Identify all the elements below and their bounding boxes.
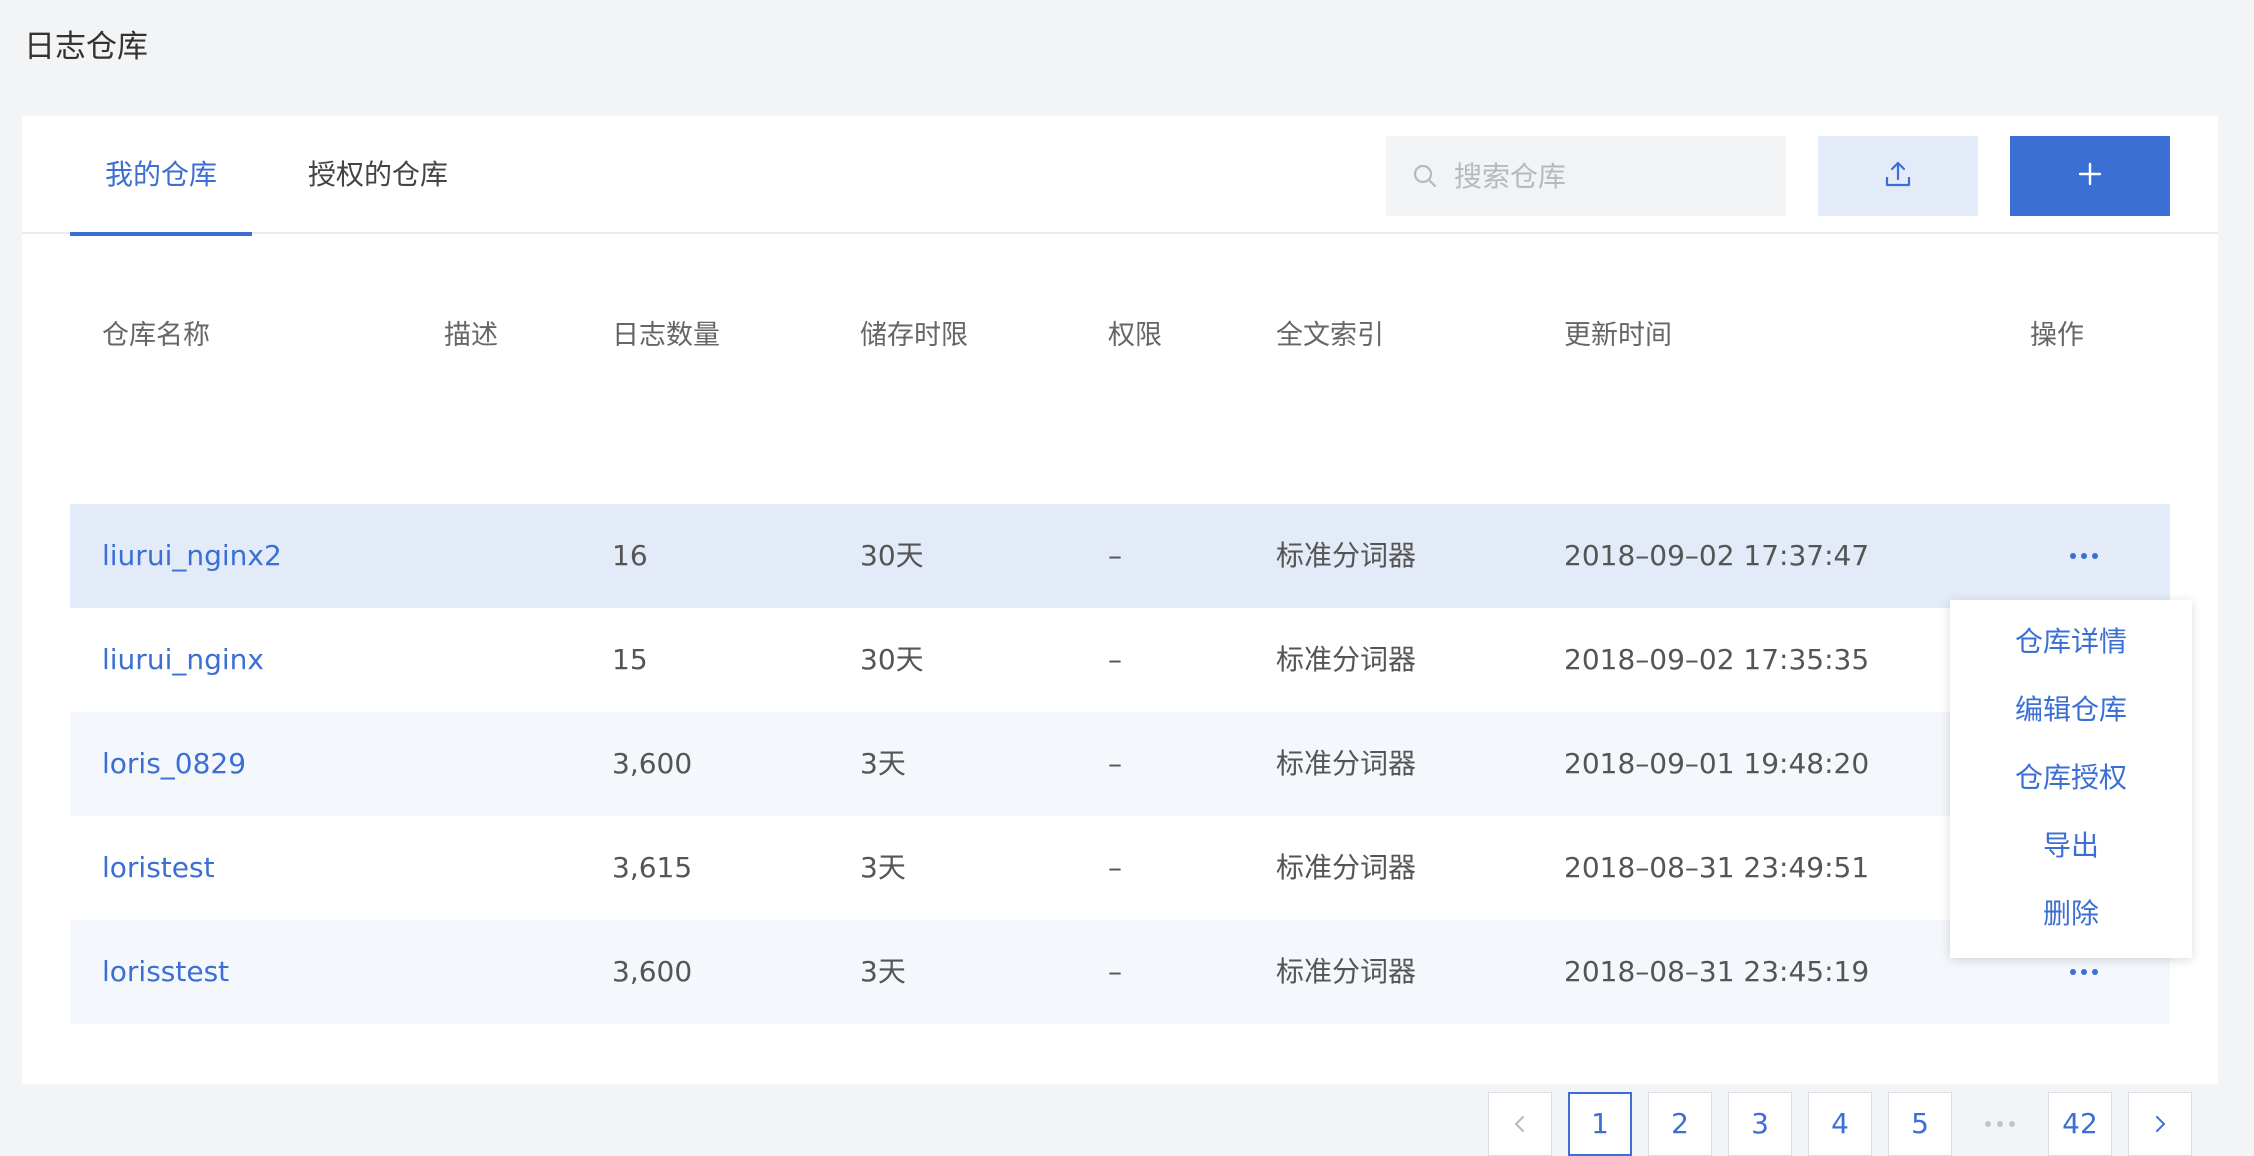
header-update-time: 更新时间: [1564, 320, 1672, 351]
table-header: 仓库名称 描述 日志数量 储存时限 权限 全文索引 更新时间 操作: [70, 268, 2170, 504]
repository-card: 我的仓库 授权的仓库 搜索仓库 仓库名称 描述 日志数量 储存时限 权限 全文索…: [22, 116, 2218, 1156]
menu-item-repo-details[interactable]: 仓库详情: [1950, 608, 2192, 676]
repo-permission: –: [1108, 643, 1122, 676]
add-repository-button[interactable]: [2010, 136, 2170, 216]
repo-permission: –: [1108, 747, 1122, 780]
header-name: 仓库名称: [102, 320, 210, 351]
plus-icon: [2076, 160, 2104, 192]
repo-log-count: 15: [612, 643, 648, 676]
more-actions-button[interactable]: [2054, 504, 2114, 608]
next-page-button[interactable]: [2128, 1092, 2192, 1156]
search-box[interactable]: [1386, 136, 1786, 216]
menu-item-export[interactable]: 导出: [1950, 812, 2192, 880]
repo-update-time: 2018–08–31 23:45:19: [1564, 955, 1870, 988]
pagination: 1 2 3 4 5 42: [70, 1092, 2192, 1156]
upload-icon: [1883, 159, 1913, 193]
table-row[interactable]: lorisstest 3,600 3天 – 标准分词器 2018–08–31 2…: [70, 920, 2170, 1024]
upload-button[interactable]: [1818, 136, 1978, 216]
page-title: 日志仓库: [24, 29, 148, 65]
page-last-button[interactable]: 42: [2048, 1092, 2112, 1156]
repo-update-time: 2018–09–01 19:48:20: [1564, 747, 1870, 780]
menu-item-repo-authorize[interactable]: 仓库授权: [1950, 744, 2192, 812]
tab-my-repos[interactable]: 我的仓库: [70, 116, 252, 236]
repo-name-link[interactable]: liurui_nginx: [102, 608, 264, 712]
repo-retention: 3天: [860, 955, 906, 988]
table-row[interactable]: liurui_nginx 15 30天 – 标准分词器 2018–09–02 1…: [70, 608, 2170, 712]
repo-log-count: 3,600: [612, 747, 693, 780]
repo-fulltext-index: 标准分词器: [1276, 539, 1417, 572]
header-permission: 权限: [1108, 320, 1162, 351]
tabs-bar: 我的仓库 授权的仓库: [22, 116, 2218, 236]
menu-item-delete[interactable]: 删除: [1950, 880, 2192, 948]
header-operations: 操作: [2030, 320, 2084, 351]
table-row[interactable]: liurui_nginx2 16 30天 – 标准分词器 2018–09–02 …: [70, 504, 2170, 608]
page-3-button[interactable]: 3: [1728, 1092, 1792, 1156]
tab-authorized-repos[interactable]: 授权的仓库: [280, 116, 476, 234]
repo-log-count: 16: [612, 539, 648, 572]
repo-fulltext-index: 标准分词器: [1276, 643, 1417, 676]
repo-update-time: 2018–08–31 23:49:51: [1564, 851, 1870, 884]
repo-log-count: 3,615: [612, 851, 693, 884]
repo-name-link[interactable]: loris_0829: [102, 712, 246, 816]
repo-fulltext-index: 标准分词器: [1276, 851, 1417, 884]
repo-retention: 30天: [860, 539, 924, 572]
repo-name-link[interactable]: lorisstest: [102, 920, 229, 1024]
repo-fulltext-index: 标准分词器: [1276, 955, 1417, 988]
repo-retention: 3天: [860, 747, 906, 780]
repo-log-count: 3,600: [612, 955, 693, 988]
search-icon: [1410, 161, 1440, 191]
header-fulltext-index: 全文索引: [1276, 320, 1384, 351]
page-4-button[interactable]: 4: [1808, 1092, 1872, 1156]
prev-page-button[interactable]: [1488, 1092, 1552, 1156]
menu-item-edit-repo[interactable]: 编辑仓库: [1950, 676, 2192, 744]
page-2-button[interactable]: 2: [1648, 1092, 1712, 1156]
table-row[interactable]: loris_0829 3,600 3天 – 标准分词器 2018–09–01 1…: [70, 712, 2170, 816]
header-count: 日志数量: [612, 320, 720, 351]
more-icon: [2070, 969, 2076, 975]
page-1-button[interactable]: 1: [1568, 1092, 1632, 1156]
more-icon: [2070, 553, 2076, 559]
repo-fulltext-index: 标准分词器: [1276, 747, 1417, 780]
page-ellipsis-icon[interactable]: [1968, 1092, 2032, 1156]
repo-update-time: 2018–09–02 17:37:47: [1564, 539, 1870, 572]
repo-name-link[interactable]: loristest: [102, 816, 215, 920]
repo-update-time: 2018–09–02 17:35:35: [1564, 643, 1870, 676]
header-desc: 描述: [444, 320, 498, 351]
repository-table: 仓库名称 描述 日志数量 储存时限 权限 全文索引 更新时间 操作 liurui…: [70, 268, 2192, 1156]
chevron-right-icon: [2156, 1116, 2165, 1132]
repo-retention: 3天: [860, 851, 906, 884]
search-input[interactable]: [1454, 159, 1774, 193]
header-retention: 储存时限: [860, 320, 968, 351]
repo-permission: –: [1108, 539, 1122, 572]
page-5-button[interactable]: 5: [1888, 1092, 1952, 1156]
repo-permission: –: [1108, 955, 1122, 988]
repo-permission: –: [1108, 851, 1122, 884]
table-row[interactable]: loristest 3,615 3天 – 标准分词器 2018–08–31 23…: [70, 816, 2170, 920]
chevron-left-icon: [1515, 1116, 1524, 1132]
repo-retention: 30天: [860, 643, 924, 676]
repo-name-link[interactable]: liurui_nginx2: [102, 504, 282, 608]
actions-dropdown-menu: 仓库详情 编辑仓库 仓库授权 导出 删除: [1950, 600, 2192, 958]
